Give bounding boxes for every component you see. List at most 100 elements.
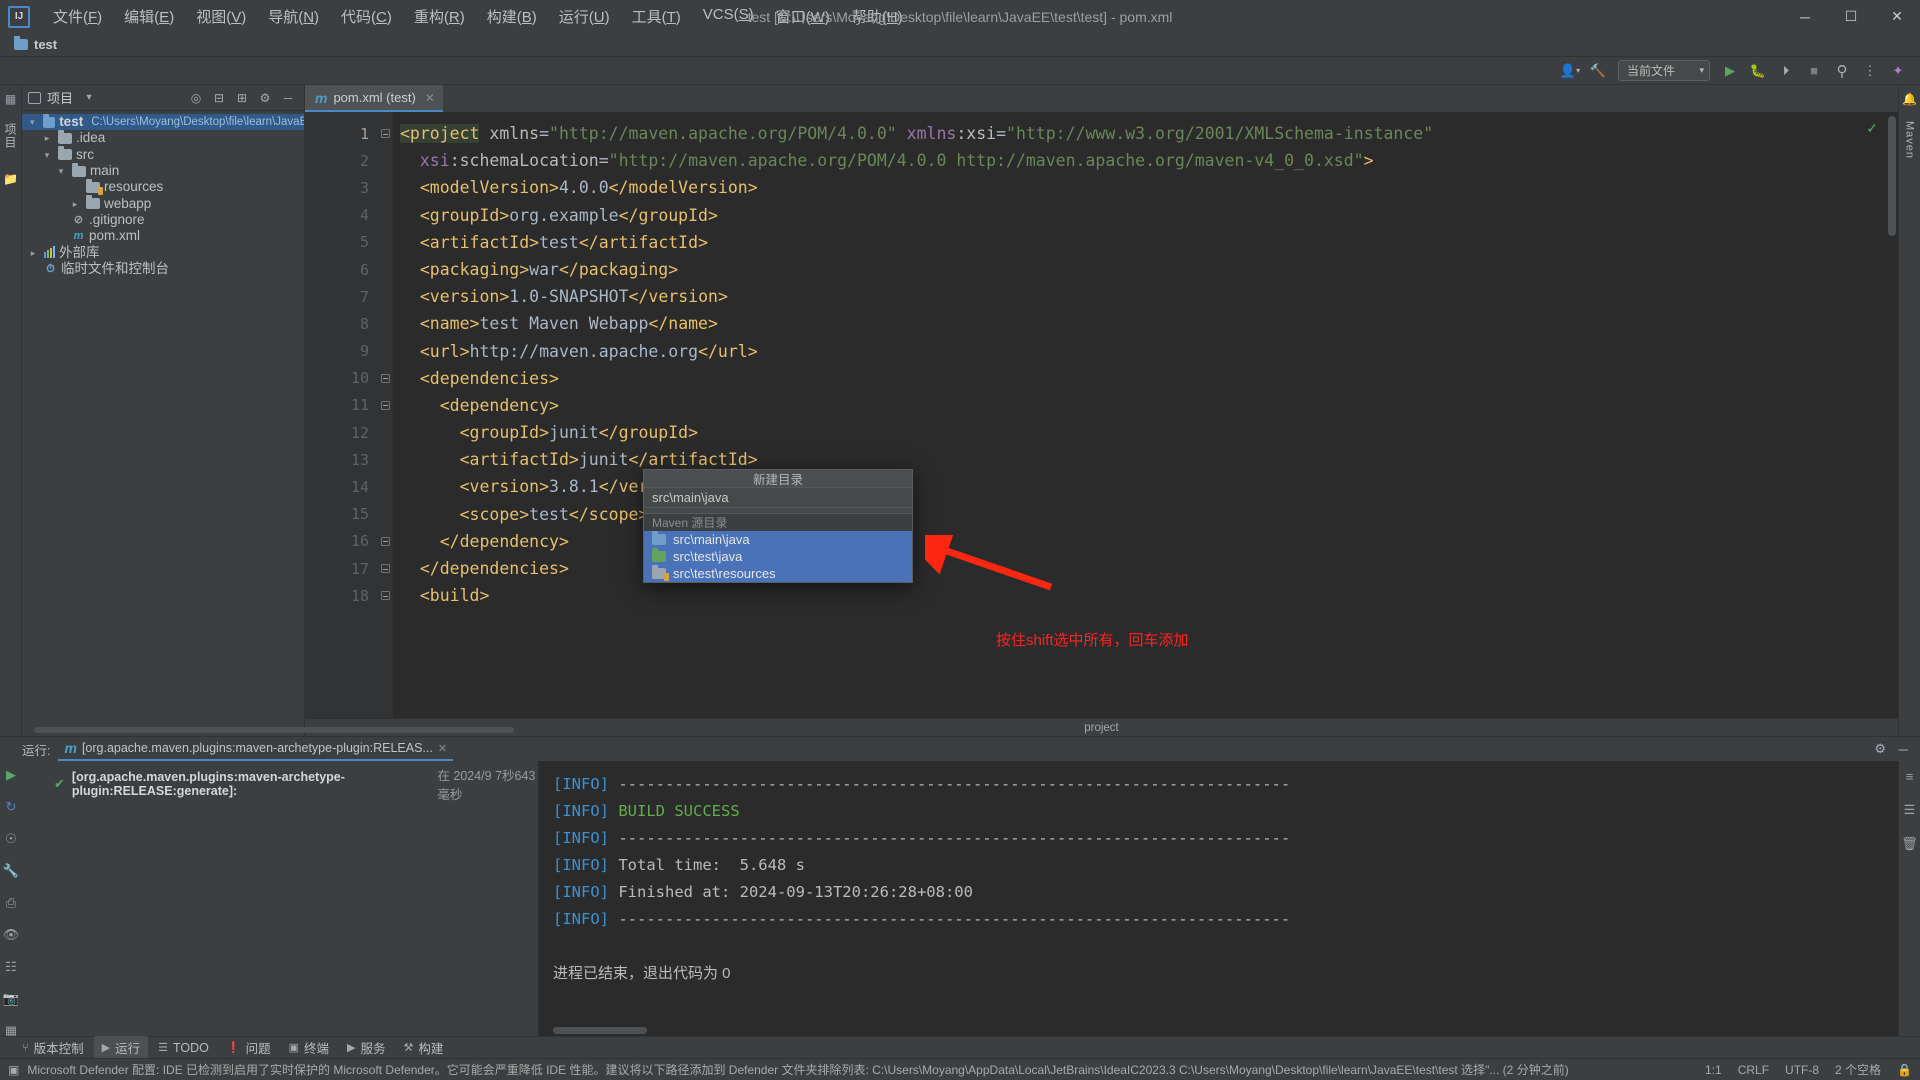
twisty-icon[interactable]: ▾	[26, 114, 39, 130]
list-icon[interactable]: ≡	[1906, 769, 1914, 784]
popup-item-1[interactable]: src\test\java	[644, 548, 912, 565]
run-button[interactable]: ▶	[1718, 60, 1742, 82]
menu-item-5[interactable]: 重构(R)	[403, 2, 476, 31]
tree-node-test[interactable]: ▾ test C:\Users\Moyang\Desktop\file\learn\…	[22, 113, 304, 131]
tree-node--gitignore[interactable]: ⊘ .gitignore	[22, 212, 304, 228]
target-icon[interactable]: ◎	[186, 88, 206, 108]
tree-node-pom-xml[interactable]: m pom.xml	[22, 228, 304, 244]
settings-gear-icon[interactable]: ⚙	[255, 88, 275, 108]
filter-icon[interactable]: ☷	[3, 959, 19, 975]
indent-setting[interactable]: 2 个空格	[1835, 1061, 1881, 1078]
fold-toggle-icon[interactable]	[377, 555, 393, 582]
caret-position[interactable]: 1:1	[1705, 1063, 1722, 1077]
tab-pom-xml[interactable]: m pom.xml (test) ✕	[305, 85, 443, 112]
trash-icon[interactable]: 🗑	[1901, 836, 1918, 852]
twisty-icon[interactable]: ▸	[68, 196, 82, 212]
console-output[interactable]: [INFO] ---------------------------------…	[539, 761, 1898, 1036]
run-tab[interactable]: m [org.apache.maven.plugins:maven-archet…	[58, 737, 454, 761]
breadcrumb[interactable]: test	[14, 36, 57, 52]
notifications-icon[interactable]: 🔔	[1902, 91, 1918, 107]
menu-item-11[interactable]: 帮助(H)	[841, 2, 914, 31]
coverage-icon[interactable]: ⏵	[1774, 60, 1798, 82]
eye-icon[interactable]: 👁	[3, 927, 20, 943]
menu-item-6[interactable]: 构建(B)	[476, 2, 548, 31]
thread-dump-icon[interactable]: ☉	[3, 831, 19, 847]
minimize-button[interactable]: ─	[1782, 0, 1828, 33]
console-hscrollbar[interactable]	[553, 1027, 647, 1034]
maven-strip-label[interactable]: Maven	[1904, 121, 1916, 159]
twisty-icon[interactable]: ▸	[26, 245, 40, 261]
toolwindow-版本控制[interactable]: ⑂ 版本控制	[14, 1036, 92, 1059]
status-message[interactable]: Microsoft Defender 配置: IDE 已检测到启用了实时保护的 …	[27, 1061, 1697, 1078]
popup-item-2[interactable]: src\test\resources	[644, 565, 912, 582]
rerun-icon[interactable]: ▶	[3, 767, 19, 783]
hammer-icon[interactable]: 🔨	[1586, 60, 1610, 82]
toolwindow-终端[interactable]: ▣ 终端	[281, 1036, 337, 1059]
more-options-icon[interactable]: ⋮	[1858, 60, 1882, 82]
menu-item-3[interactable]: 导航(N)	[257, 2, 330, 31]
menu-item-2[interactable]: 视图(V)	[185, 2, 257, 31]
menu-item-8[interactable]: 工具(T)	[621, 2, 692, 31]
toolwindow-构建[interactable]: ⚒ 构建	[396, 1036, 452, 1059]
debug-icon[interactable]: 🐛	[1746, 60, 1770, 82]
filter-icon[interactable]: ☰	[1904, 802, 1916, 818]
project-strip-label[interactable]: 项目	[2, 123, 19, 149]
expand-all-icon[interactable]: ⊟	[209, 88, 229, 108]
search-icon[interactable]: ⚲	[1830, 60, 1854, 82]
menu-item-1[interactable]: 编辑(E)	[113, 2, 185, 31]
print-icon[interactable]: ⎙	[3, 895, 19, 911]
stop-icon[interactable]: ■	[1802, 60, 1826, 82]
run-tree-row[interactable]: ✔ [org.apache.maven.plugins:maven-archet…	[22, 765, 538, 803]
close-icon[interactable]: ✕	[425, 91, 435, 105]
tree-node-resources[interactable]: resources	[22, 178, 304, 195]
toolwindow-运行[interactable]: ▶ 运行	[93, 1036, 149, 1059]
tree-node--idea[interactable]: ▸ .idea	[22, 129, 304, 146]
notification-icon[interactable]: ▣	[8, 1063, 19, 1077]
chevron-down-icon[interactable]: ▾	[79, 88, 99, 108]
tree-node---------[interactable]: ⏱ 临时文件和控制台	[22, 261, 304, 277]
settings-gear-icon[interactable]: ⚙	[1874, 741, 1886, 757]
menu-item-0[interactable]: 文件(F)	[42, 2, 113, 31]
close-button[interactable]: ✕	[1874, 0, 1920, 33]
tree-node-main[interactable]: ▾ main	[22, 162, 304, 179]
toolwindow-问题[interactable]: ❗ 问题	[219, 1036, 279, 1059]
menu-item-10[interactable]: 窗口(W)	[765, 2, 841, 31]
tree-node-webapp[interactable]: ▸ webapp	[22, 195, 304, 211]
twisty-icon[interactable]: ▾	[40, 147, 54, 163]
fold-toggle-icon[interactable]	[377, 120, 393, 147]
maximize-button[interactable]: ☐	[1828, 0, 1874, 33]
twisty-icon[interactable]: ▾	[54, 163, 68, 179]
hide-panel-icon[interactable]: ─	[278, 88, 298, 108]
camera-icon[interactable]: 📷	[3, 991, 19, 1007]
run-config-selector[interactable]: 当前文件 ▾	[1618, 60, 1710, 81]
directory-name-input[interactable]: src\main\java	[644, 488, 912, 508]
fold-toggle-icon[interactable]	[377, 365, 393, 392]
fold-toggle-icon[interactable]	[377, 392, 393, 419]
ai-assistant-icon[interactable]: ✦	[1886, 60, 1910, 82]
toolwindow-TODO[interactable]: ☰ TODO	[150, 1039, 217, 1057]
bookmark-icon[interactable]: 📁	[3, 171, 19, 187]
twisty-icon[interactable]: ▸	[40, 130, 54, 146]
profile-icon[interactable]: 👤 ▾	[1558, 60, 1582, 82]
code-content[interactable]: <project xmlns="http://maven.apache.org/…	[393, 112, 1898, 718]
menu-item-4[interactable]: 代码(C)	[330, 2, 403, 31]
popup-item-0[interactable]: src\main\java	[644, 531, 912, 548]
project-tree-hscrollbar[interactable]	[22, 724, 514, 736]
wrench-icon[interactable]: 🔧	[3, 863, 19, 879]
restart-icon[interactable]: ↻	[3, 799, 19, 815]
fold-toggle-icon[interactable]	[377, 582, 393, 609]
fold-toggle-icon[interactable]	[377, 528, 393, 555]
project-tool-icon[interactable]: ▦	[3, 91, 19, 107]
minimize-icon[interactable]: ─	[1899, 742, 1908, 757]
menu-item-9[interactable]: VCS(S)	[692, 2, 765, 31]
file-encoding[interactable]: UTF-8	[1785, 1063, 1819, 1077]
line-separator[interactable]: CRLF	[1738, 1063, 1769, 1077]
tree-node-src[interactable]: ▾ src	[22, 146, 304, 163]
editor-vscrollbar[interactable]	[1885, 112, 1898, 718]
code-folding-gutter[interactable]	[377, 112, 393, 718]
toolwindow-服务[interactable]: ▶ 服务	[339, 1036, 393, 1059]
menu-item-7[interactable]: 运行(U)	[548, 2, 621, 31]
lock-icon[interactable]: 🔒	[1897, 1063, 1912, 1077]
tree-node----[interactable]: ▸ 外部库	[22, 244, 304, 260]
collapse-all-icon[interactable]: ⊞	[232, 88, 252, 108]
